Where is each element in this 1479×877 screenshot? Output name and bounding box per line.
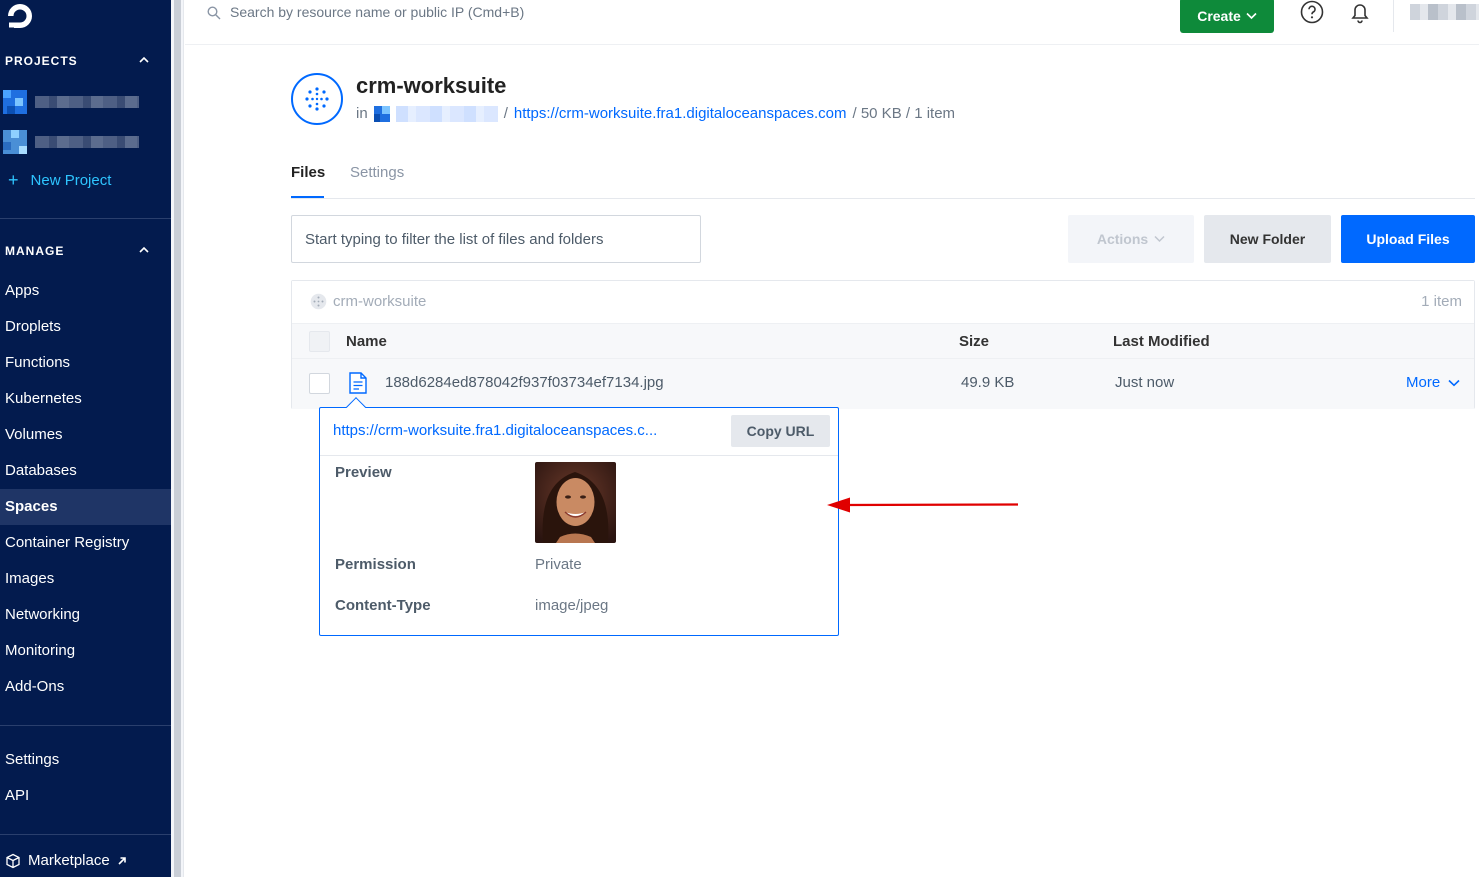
create-button[interactable]: Create xyxy=(1180,0,1274,33)
portrait-photo-icon xyxy=(535,462,616,543)
project-avatar-icon xyxy=(3,90,27,114)
file-name[interactable]: 188d6284ed878042f937f03734ef7134.jpg xyxy=(385,374,664,391)
popover-divider xyxy=(320,455,838,456)
table-header-bar: crm-worksuite 1 item xyxy=(292,281,1474,323)
sidebar-divider xyxy=(0,725,171,726)
more-label: More xyxy=(1406,374,1441,391)
sidebar-scrollbar[interactable] xyxy=(171,0,184,877)
file-details-popover: https://crm-worksuite.fra1.digitaloceans… xyxy=(319,397,839,636)
space-endpoint-link[interactable]: https://crm-worksuite.fra1.digitaloceans… xyxy=(514,105,847,122)
marketplace-label: Marketplace xyxy=(28,852,110,869)
plus-icon: + xyxy=(8,170,19,190)
table-column-headers: Name Size Last Modified xyxy=(292,323,1474,359)
account-menu-redacted[interactable] xyxy=(1410,4,1479,20)
permission-label: Permission xyxy=(335,556,416,573)
project-avatar-icon xyxy=(3,130,27,154)
column-header-last-modified[interactable]: Last Modified xyxy=(1113,333,1210,350)
tab-settings[interactable]: Settings xyxy=(350,164,404,181)
sidebar-item-volumes[interactable]: Volumes xyxy=(0,417,171,453)
sidebar-item-add-ons[interactable]: Add-Ons xyxy=(0,669,171,705)
image-preview-thumbnail[interactable] xyxy=(535,462,616,543)
global-search-input[interactable]: Search by resource name or public IP (Cm… xyxy=(230,4,524,20)
manage-section-title: MANAGE xyxy=(5,244,65,258)
chevron-down-icon xyxy=(1154,235,1165,243)
project-item[interactable] xyxy=(3,90,143,114)
project-name-redacted xyxy=(35,136,139,148)
file-size: 49.9 KB xyxy=(961,374,1015,391)
sidebar-item-spaces[interactable]: Spaces xyxy=(0,489,171,525)
help-icon[interactable] xyxy=(1300,0,1324,24)
chevron-up-icon[interactable] xyxy=(138,54,150,66)
project-item[interactable] xyxy=(3,130,143,154)
file-filter-input[interactable]: Start typing to filter the list of files… xyxy=(291,215,701,263)
scrollbar-thumb[interactable] xyxy=(174,0,181,877)
sidebar-item-droplets[interactable]: Droplets xyxy=(0,309,171,345)
new-folder-button[interactable]: New Folder xyxy=(1204,215,1331,263)
space-title: crm-worksuite xyxy=(356,73,507,98)
sidebar-item-kubernetes[interactable]: Kubernetes xyxy=(0,381,171,417)
new-project-label: New Project xyxy=(30,171,112,189)
row-checkbox[interactable] xyxy=(309,373,330,394)
chevron-down-icon xyxy=(1246,12,1257,19)
project-name-redacted xyxy=(35,96,139,108)
tabs: Files Settings xyxy=(291,160,1475,199)
top-bar: Search by resource name or public IP (Cm… xyxy=(185,0,1479,45)
bucket-breadcrumb[interactable]: crm-worksuite xyxy=(310,293,426,310)
content-type-value: image/jpeg xyxy=(535,597,609,614)
create-button-label: Create xyxy=(1197,7,1241,24)
sidebar-item-monitoring[interactable]: Monitoring xyxy=(0,633,171,669)
sidebar-item-networking[interactable]: Networking xyxy=(0,597,171,633)
file-document-icon xyxy=(349,372,367,394)
projects-section-title: PROJECTS xyxy=(5,54,78,68)
file-last-modified: Just now xyxy=(1115,374,1175,391)
in-label: in xyxy=(356,105,368,122)
marketplace-link[interactable]: Marketplace xyxy=(5,852,127,869)
bucket-name: crm-worksuite xyxy=(333,293,427,310)
chevron-up-icon[interactable] xyxy=(138,244,150,256)
space-meta: in / https://crm-worksuite.fra1.digitalo… xyxy=(356,105,955,122)
spaces-dots-icon xyxy=(305,87,329,111)
more-menu-button[interactable]: More xyxy=(1406,374,1460,391)
external-link-icon xyxy=(118,856,126,865)
notifications-bell-icon[interactable] xyxy=(1348,0,1372,24)
file-url-link[interactable]: https://crm-worksuite.fra1.digitaloceans… xyxy=(333,422,657,439)
actions-label: Actions xyxy=(1096,231,1149,247)
sidebar-divider xyxy=(0,218,171,219)
digitalocean-logo-icon[interactable] xyxy=(4,0,36,32)
new-project-link[interactable]: + New Project xyxy=(8,171,111,189)
chevron-down-icon xyxy=(1448,379,1460,386)
search-icon xyxy=(207,6,221,20)
content-type-label: Content-Type xyxy=(335,597,431,614)
sidebar-item-api[interactable]: API xyxy=(0,778,171,814)
tab-files[interactable]: Files xyxy=(291,164,325,198)
sidebar-divider xyxy=(0,834,171,835)
sidebar-item-container-registry[interactable]: Container Registry xyxy=(0,525,171,561)
sidebar: PROJECTS + New Project MANAGE Apps Dropl… xyxy=(0,0,171,877)
file-table: crm-worksuite 1 item Name Size Last Modi… xyxy=(291,280,1475,409)
copy-url-button[interactable]: Copy URL xyxy=(731,415,830,447)
annotation-arrow-icon xyxy=(827,497,1019,513)
sidebar-item-functions[interactable]: Functions xyxy=(0,345,171,381)
space-size-summary: / 50 KB / 1 item xyxy=(852,105,956,122)
permission-value: Private xyxy=(535,556,582,573)
sidebar-item-images[interactable]: Images xyxy=(0,561,171,597)
actions-dropdown-button[interactable]: Actions xyxy=(1068,215,1194,263)
path-separator: / xyxy=(503,105,508,122)
project-icon xyxy=(373,105,390,122)
topbar-divider xyxy=(1393,0,1394,32)
table-row[interactable]: 188d6284ed878042f937f03734ef7134.jpg 49.… xyxy=(292,359,1474,409)
upload-files-button[interactable]: Upload Files xyxy=(1341,215,1475,263)
marketplace-cube-icon xyxy=(6,853,20,868)
item-count: 1 item xyxy=(1421,293,1462,310)
column-header-name[interactable]: Name xyxy=(346,333,387,350)
sidebar-item-databases[interactable]: Databases xyxy=(0,453,171,489)
project-name-redacted[interactable] xyxy=(395,105,498,122)
preview-label: Preview xyxy=(335,464,392,481)
space-bucket-icon xyxy=(291,73,343,125)
sidebar-item-settings[interactable]: Settings xyxy=(0,742,171,778)
spaces-bucket-icon xyxy=(310,293,327,310)
sidebar-item-apps[interactable]: Apps xyxy=(0,273,171,309)
column-header-size[interactable]: Size xyxy=(959,333,989,350)
select-all-checkbox[interactable] xyxy=(309,331,330,352)
